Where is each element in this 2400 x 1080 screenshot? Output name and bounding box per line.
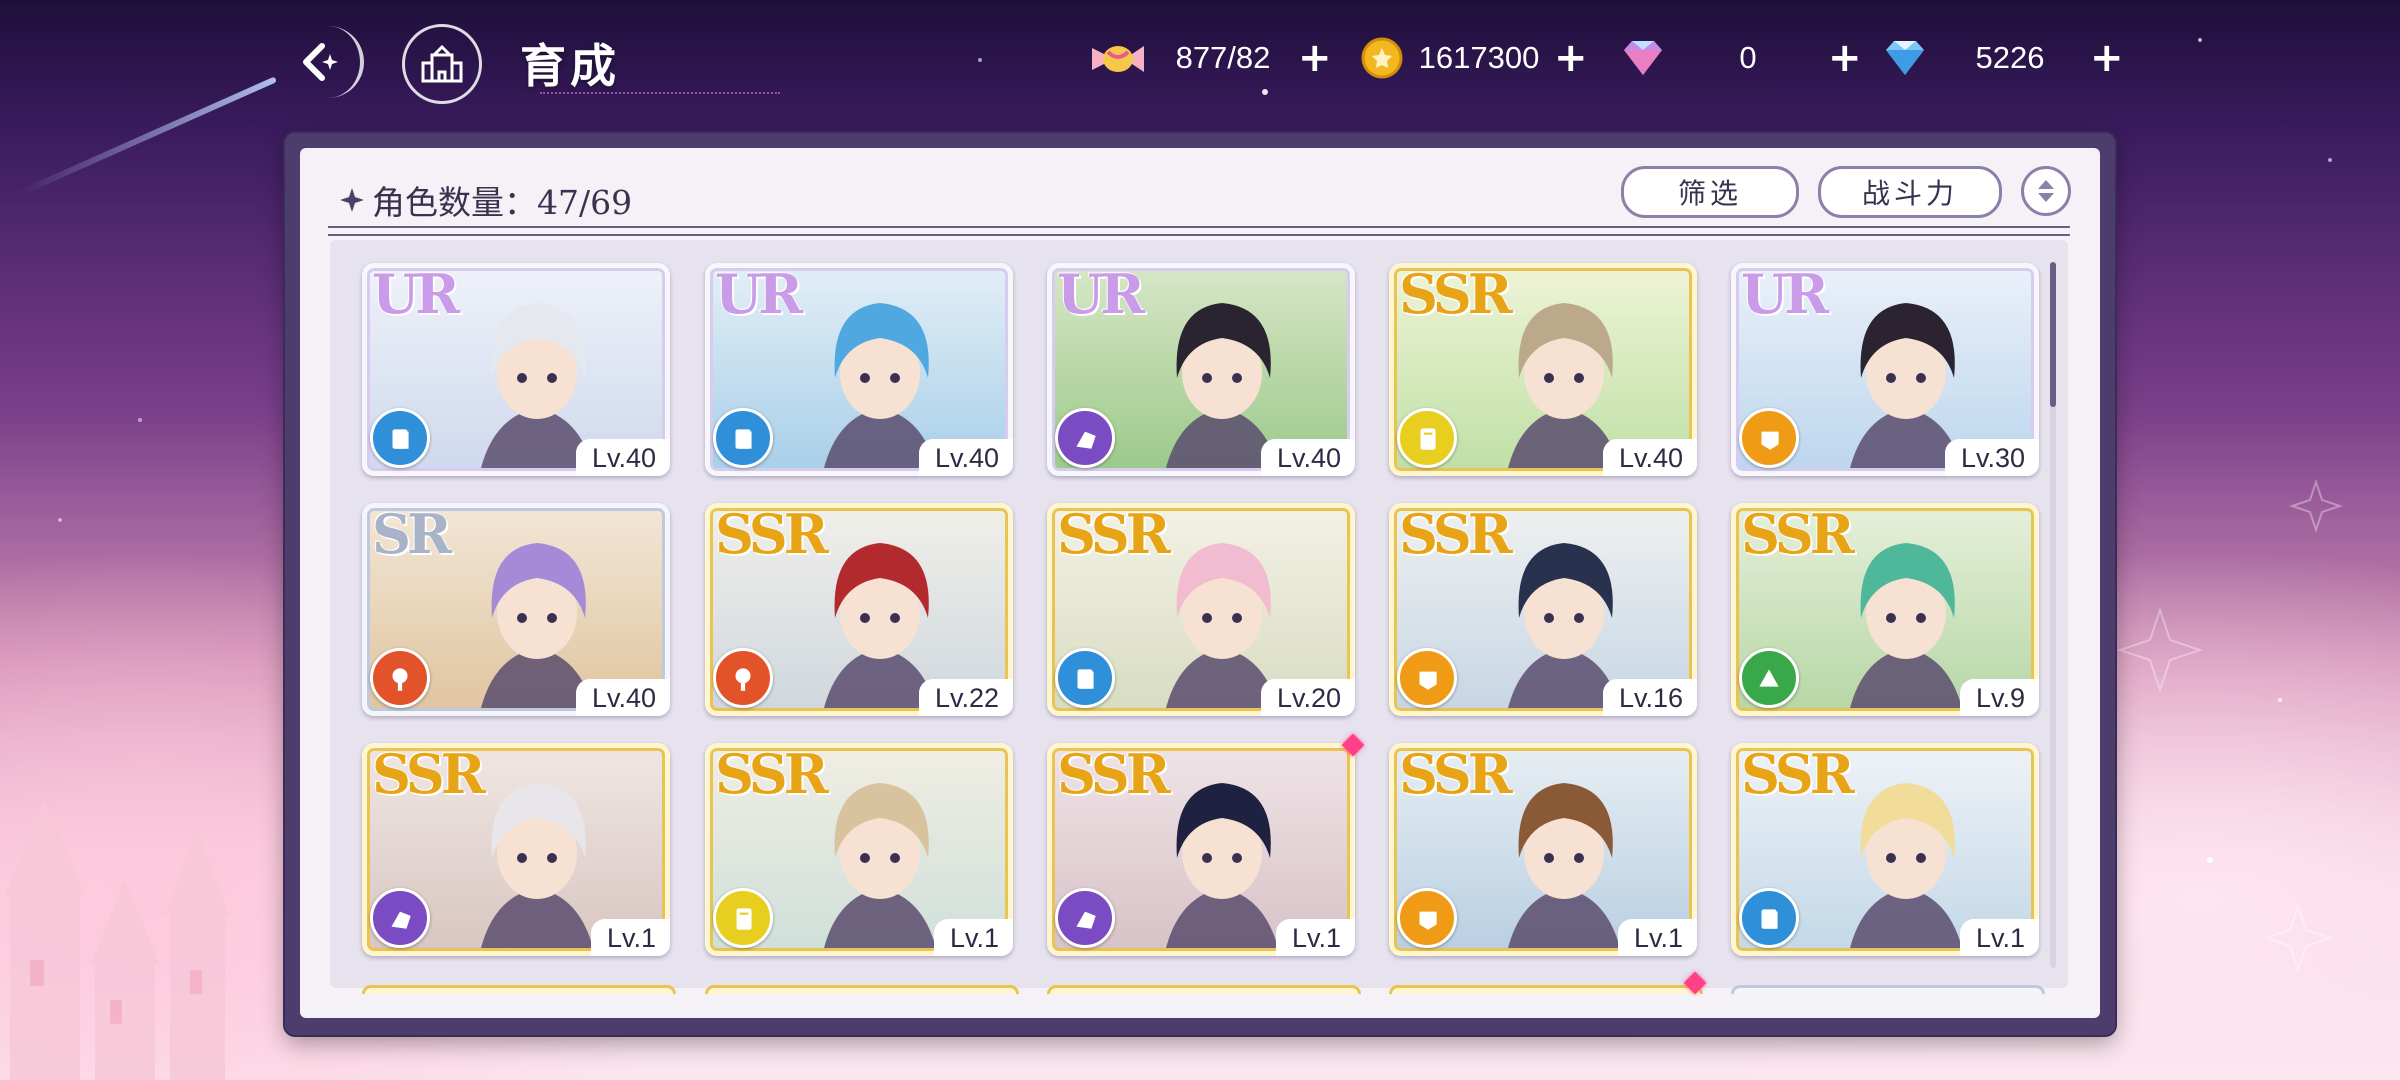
sort-arrows-icon (2038, 180, 2054, 202)
element-green-icon (1739, 648, 1799, 708)
character-card[interactable]: SSR Lv.16 (1389, 503, 1697, 716)
element-blue-icon (1739, 888, 1799, 948)
character-level: Lv.9 (1959, 679, 2039, 716)
character-level: Lv.1 (590, 919, 670, 956)
character-card[interactable]: UR Lv.30 (1731, 263, 2039, 476)
candy-value: 877/82 (1175, 40, 1271, 75)
element-purple-icon (1055, 408, 1115, 468)
rarity-badge: SSR (715, 503, 829, 566)
character-level: Lv.40 (918, 439, 1013, 476)
character-card-partial[interactable] (1731, 985, 2045, 994)
character-level: Lv.1 (1275, 919, 1355, 956)
rarity-badge: SSR (1741, 503, 1855, 566)
rarity-badge: UR (1057, 263, 1145, 326)
character-level: Lv.1 (1959, 919, 2039, 956)
character-count-label: 角色数量：47/69 (372, 183, 633, 222)
rarity-badge: SSR (1741, 743, 1855, 806)
character-level: Lv.40 (1260, 439, 1355, 476)
character-level: Lv.1 (933, 919, 1013, 956)
element-orange-icon (1739, 408, 1799, 468)
back-arrow-icon (303, 43, 338, 81)
resource-candy: 877/82 + (1088, 34, 1340, 82)
title-underline-decoration (540, 70, 780, 94)
character-card-partial[interactable] (362, 985, 676, 994)
rarity-badge: UR (715, 263, 803, 326)
paid-gem-value: 0 (1739, 40, 1757, 75)
grid-scrollbar[interactable] (2050, 262, 2056, 968)
resource-gold: 1617300 + (1360, 34, 1600, 82)
filter-button[interactable]: 筛选 (1621, 166, 1799, 218)
character-card[interactable]: SSR Lv.1 (362, 743, 670, 956)
character-level: Lv.40 (575, 679, 670, 716)
character-card[interactable]: UR Lv.40 (1047, 263, 1355, 476)
element-orange-icon (1397, 888, 1457, 948)
element-blue-icon (1055, 648, 1115, 708)
gold-coin-icon (1361, 37, 1403, 79)
character-level: Lv.40 (1602, 439, 1697, 476)
character-card[interactable]: SSR Lv.1 (1389, 743, 1697, 956)
castle-silhouette (5, 800, 229, 1080)
back-button[interactable] (280, 26, 364, 98)
character-card[interactable]: SSR Lv.40 (1389, 263, 1697, 476)
element-blue-icon (370, 408, 430, 468)
character-card[interactable]: SSR Lv.9 (1731, 503, 2039, 716)
candy-icon (1092, 46, 1144, 72)
rarity-badge: SSR (1399, 743, 1513, 806)
add-gem-button[interactable]: + (2090, 38, 2124, 78)
element-yellow-icon (1397, 408, 1457, 468)
rarity-badge: SSR (1057, 503, 1171, 566)
character-level: Lv.16 (1602, 679, 1697, 716)
home-button[interactable] (402, 24, 482, 104)
rarity-badge: SSR (1057, 743, 1171, 806)
character-level: Lv.20 (1260, 679, 1355, 716)
element-orange-icon (1397, 648, 1457, 708)
sort-order-toggle[interactable] (2021, 166, 2071, 216)
rarity-badge: UR (1741, 263, 1829, 326)
character-card[interactable]: SSR Lv.1 (1047, 743, 1355, 956)
character-card[interactable]: SSR Lv.20 (1047, 503, 1355, 716)
rarity-badge: SSR (715, 743, 829, 806)
add-paid-gem-button[interactable]: + (1828, 38, 1862, 78)
character-card-partial[interactable] (705, 985, 1019, 994)
rarity-badge: UR (372, 263, 460, 326)
character-card-partial[interactable] (1389, 985, 1703, 994)
character-card[interactable]: UR Lv.40 (362, 263, 670, 476)
element-blue-icon (713, 408, 773, 468)
character-card-partial[interactable] (1047, 985, 1361, 994)
element-red-icon (713, 648, 773, 708)
top-bar: 育成 877/82 + 1617300 + 0 + 5226 + (0, 0, 2400, 125)
rarity-badge: SSR (372, 743, 486, 806)
character-level: Lv.1 (1617, 919, 1697, 956)
header-divider (328, 226, 2070, 236)
character-card[interactable]: SSR Lv.1 (705, 743, 1013, 956)
element-purple-icon (370, 888, 430, 948)
gold-value: 1617300 (1418, 40, 1540, 75)
resource-gem: 5226 + (1880, 34, 2128, 82)
element-yellow-icon (713, 888, 773, 948)
element-red-icon (370, 648, 430, 708)
add-gold-button[interactable]: + (1554, 38, 1588, 78)
sparkle-icon (340, 188, 364, 212)
blue-diamond-icon (1886, 41, 1924, 75)
castle-icon (421, 44, 463, 83)
add-candy-button[interactable]: + (1298, 38, 1332, 78)
rarity-badge: SSR (1399, 263, 1513, 326)
element-purple-icon (1055, 888, 1115, 948)
gem-value: 5226 (1975, 40, 2045, 75)
sort-by-power-button[interactable]: 战斗力 (1818, 166, 2002, 218)
character-level: Lv.30 (1944, 439, 2039, 476)
resource-paid-gem: 0 + (1618, 34, 1866, 82)
character-card[interactable]: SSR Lv.22 (705, 503, 1013, 716)
rarity-badge: SSR (1399, 503, 1513, 566)
character-card[interactable]: SR Lv.40 (362, 503, 670, 716)
character-card[interactable]: UR Lv.40 (705, 263, 1013, 476)
rarity-badge: SR (372, 503, 452, 566)
character-level: Lv.22 (918, 679, 1013, 716)
pink-gem-icon (1624, 41, 1662, 75)
character-count: 角色数量：47/69 (338, 176, 632, 224)
character-card[interactable]: SSR Lv.1 (1731, 743, 2039, 956)
character-level: Lv.40 (575, 439, 670, 476)
scrollbar-thumb[interactable] (2050, 262, 2056, 407)
